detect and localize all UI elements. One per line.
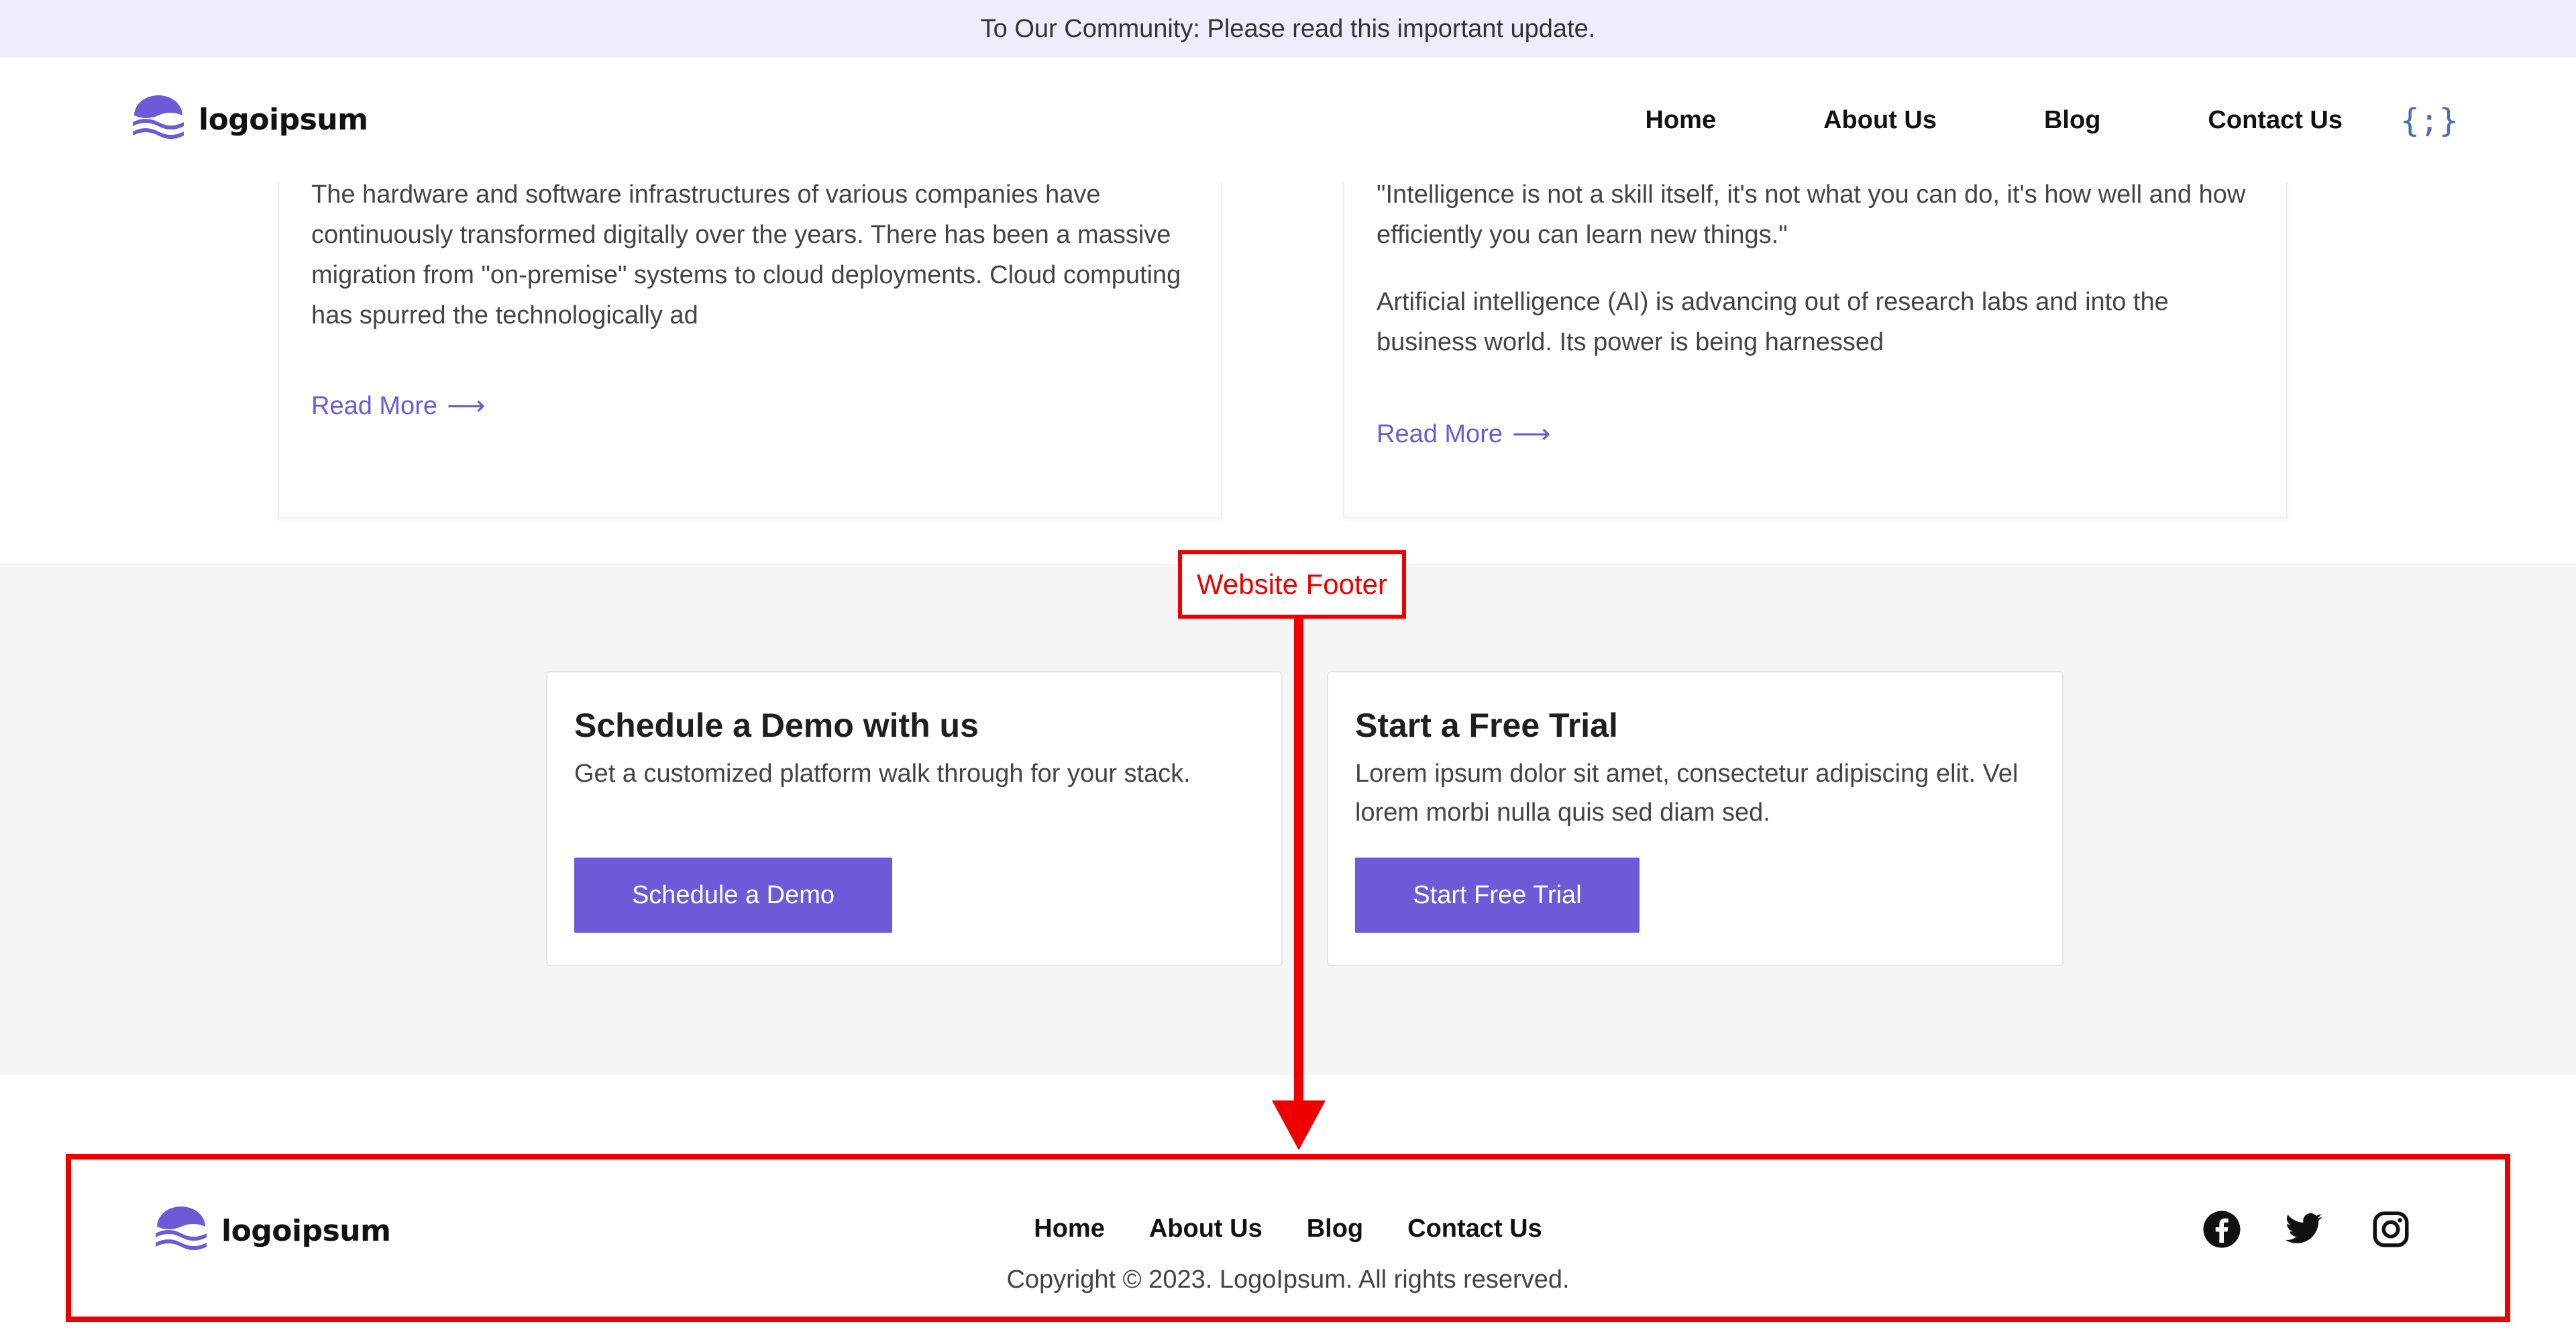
nav-home[interactable]: Home: [1646, 106, 1717, 135]
header-logo[interactable]: logoipsum: [129, 95, 368, 144]
cta-section: Schedule a Demo with us Get a customized…: [0, 564, 2576, 1075]
nav-contact-us[interactable]: Contact Us: [2208, 106, 2343, 135]
read-more-label: Read More: [311, 391, 437, 420]
blog-card-excerpt: The hardware and software infrastructure…: [311, 181, 1181, 329]
logo-wordmark: logoipsum: [199, 102, 368, 137]
schedule-demo-title: Schedule a Demo with us: [574, 707, 979, 744]
header-nav: Home About Us Blog Contact Us: [1646, 58, 2343, 183]
announcement-text[interactable]: To Our Community: Please read this impor…: [981, 15, 1596, 44]
blog-card-cloud: The hardware and software infrastructure…: [278, 174, 1222, 518]
read-more-label: Read More: [1377, 419, 1503, 448]
blog-card-quote: "Intelligence is not a skill itself, it'…: [1377, 181, 2246, 249]
free-trial-title: Start a Free Trial: [1355, 707, 1618, 744]
website-footer-annotation: Website Footer: [1178, 550, 1406, 619]
read-more-link[interactable]: Read More ⟶: [311, 391, 485, 421]
schedule-demo-description: Get a customized platform walk through f…: [574, 760, 1191, 788]
free-trial-description: Lorem ipsum dolor sit amet, consectetur …: [1355, 760, 2019, 827]
nav-about-us[interactable]: About Us: [1823, 106, 1937, 135]
blog-card-excerpt: Artificial intelligence (AI) is advancin…: [1377, 288, 2169, 356]
announcement-bar[interactable]: To Our Community: Please read this impor…: [0, 0, 2576, 58]
arrow-right-icon: ⟶: [1511, 419, 1551, 449]
footer-highlight-box: [66, 1154, 2510, 1322]
nav-blog[interactable]: Blog: [2044, 106, 2100, 135]
start-free-trial-button[interactable]: Start Free Trial: [1355, 858, 1640, 933]
read-more-link[interactable]: Read More ⟶: [1377, 419, 1550, 450]
arrow-right-icon: ⟶: [446, 391, 486, 421]
schedule-demo-card: Schedule a Demo with us Get a customized…: [546, 671, 1283, 966]
code-braces-icon[interactable]: {;}: [2400, 102, 2459, 140]
site-header: logoipsum Home About Us Blog Contact Us …: [0, 58, 2576, 183]
schedule-demo-button[interactable]: Schedule a Demo: [574, 858, 892, 933]
free-trial-card: Start a Free Trial Lorem ipsum dolor sit…: [1327, 671, 2063, 966]
annotation-label: Website Footer: [1196, 568, 1387, 600]
logo-waves-icon: [133, 95, 184, 139]
blog-card-ai: "Intelligence is not a skill itself, it'…: [1343, 174, 2288, 518]
